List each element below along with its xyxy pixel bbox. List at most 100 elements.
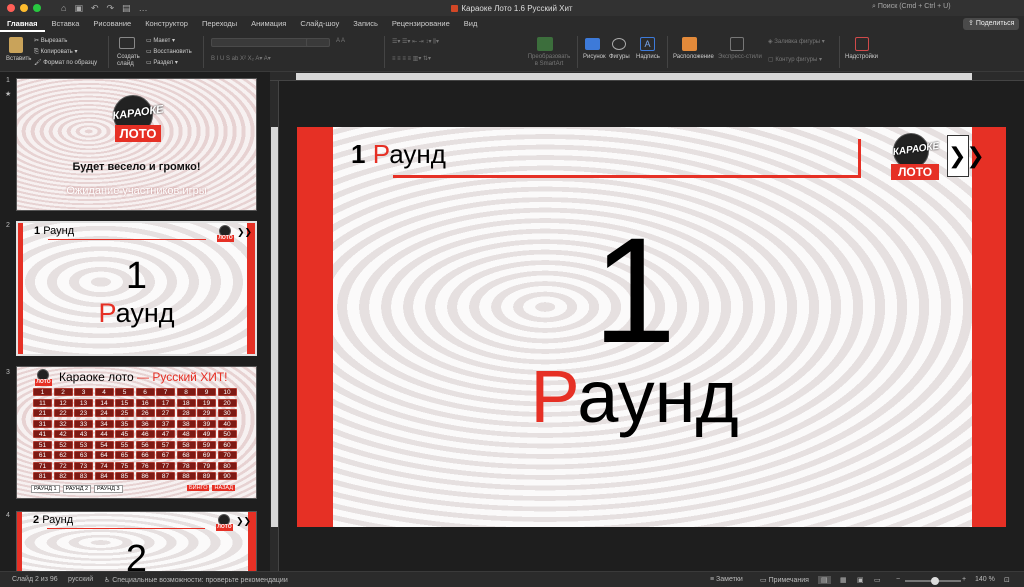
lotto-number-cell[interactable]: 56 [135,440,155,449]
zoom-slider-thumb[interactable] [931,577,939,585]
tab-slideshow[interactable]: Слайд-шоу [293,16,346,32]
round-1-button[interactable]: РАУНД 1 [31,485,60,493]
lotto-number-cell[interactable]: 4 [94,388,114,396]
lotto-number-cell[interactable]: 19 [197,398,216,407]
lotto-number-cell[interactable]: 62 [53,451,73,459]
lotto-number-cell[interactable]: 82 [53,472,73,480]
lotto-number-cell[interactable]: 79 [197,461,216,470]
paste-button[interactable]: Вставить [6,56,31,62]
lotto-number-cell[interactable]: 60 [217,440,237,449]
lotto-number-cell[interactable]: 43 [74,430,93,438]
font-grow-button[interactable]: A A [336,38,345,44]
format-painter-button[interactable]: 🖌 Формат по образцу [34,59,97,66]
close-window-button[interactable] [7,4,15,12]
font-size-select[interactable] [306,38,330,47]
redo-icon[interactable]: ↷ [107,3,115,14]
lotto-number-cell[interactable]: 42 [53,430,73,438]
lotto-number-cell[interactable]: 54 [94,440,114,449]
lotto-number-cell[interactable]: 57 [156,440,175,449]
lotto-number-cell[interactable]: 17 [156,398,175,407]
lotto-number-cell[interactable]: 50 [217,430,237,438]
lotto-number-cell[interactable]: 31 [33,419,52,428]
layout-button[interactable]: ▭ Макет ▾ [146,37,175,44]
lotto-number-cell[interactable]: 80 [217,461,237,470]
tab-transitions[interactable]: Переходы [195,16,244,32]
arrange-icon[interactable] [682,37,697,51]
picture-icon[interactable] [585,38,600,50]
textbox-icon[interactable]: A [640,37,655,51]
normal-view-icon[interactable]: ▤ [818,576,831,584]
lotto-number-cell[interactable]: 72 [53,461,73,470]
zoom-out-button[interactable]: − [896,576,900,583]
textbox-button[interactable]: Надпись [636,54,660,60]
lotto-number-cell[interactable]: 6 [135,388,155,396]
addins-button[interactable]: Надстройки [845,54,878,60]
lotto-number-cell[interactable]: 36 [135,419,155,428]
reading-view-icon[interactable]: ▣ [857,576,864,584]
lotto-number-cell[interactable]: 26 [135,409,155,417]
lotto-number-cell[interactable]: 25 [115,409,134,417]
lotto-number-cell[interactable]: 86 [135,472,155,480]
notes-button[interactable]: ≡ Заметки [710,576,743,583]
tab-review[interactable]: Рецензирование [385,16,457,32]
lotto-number-cell[interactable]: 65 [115,451,134,459]
lotto-number-cell[interactable]: 76 [135,461,155,470]
lotto-number-cell[interactable]: 70 [217,451,237,459]
tab-view[interactable]: Вид [457,16,485,32]
lotto-number-cell[interactable]: 8 [176,388,196,396]
lotto-number-cell[interactable]: 9 [197,388,216,396]
lotto-number-cell[interactable]: 24 [94,409,114,417]
font-format-buttons[interactable]: B I U S ab X² X₂ A▾ A▾ [211,55,271,62]
lotto-number-cell[interactable]: 2 [53,388,73,396]
home-icon[interactable]: ⌂ [61,3,66,14]
reset-button[interactable]: ▭ Восстановить [146,48,192,55]
lotto-number-cell[interactable]: 3 [74,388,93,396]
fit-slide-icon[interactable]: ⊡ [1004,576,1010,584]
lotto-number-cell[interactable]: 81 [33,472,52,480]
lotto-number-cell[interactable]: 35 [115,419,134,428]
list-buttons[interactable]: ☰▾ ☰▾ ⇤ ⇥ ↕▾ ⫼▾ [392,38,439,46]
tab-design[interactable]: Конструктор [138,16,195,32]
new-slide-button[interactable]: Создать слайд [117,54,141,68]
slideshow-view-icon[interactable]: ▭ [874,576,881,584]
slide-thumbnail-3[interactable]: ЛОТО Караоке лото — Русский ХИТ! 1234567… [16,366,257,499]
slide-thumbnail-2[interactable]: 1 Раунд ЛОТО ❯❯ 1 Раунд [16,221,257,356]
paste-icon[interactable] [9,37,23,53]
undo-icon[interactable]: ↶ [91,3,99,14]
lotto-number-cell[interactable]: 7 [156,388,175,396]
tab-draw[interactable]: Рисование [86,16,138,32]
lotto-number-cell[interactable]: 90 [217,472,237,480]
search-box[interactable]: ⌕ Поиск (Cmd + Ctrl + U) [872,3,951,11]
align-buttons[interactable]: ≡ ≡ ≡ ≡ ▥▾ ⇅▾ [392,55,431,62]
slide-thumbnail-panel[interactable]: 1 ★ КАРАОКЕ ЛОТО Будет весело и громко! … [0,72,266,571]
lotto-number-cell[interactable]: 67 [156,451,175,459]
lotto-number-cell[interactable]: 37 [156,419,175,428]
lotto-number-cell[interactable]: 87 [156,472,175,480]
lotto-number-cell[interactable]: 40 [217,419,237,428]
slide-thumbnail-4[interactable]: 2 Раунд ЛОТО ❯❯ 2 [16,511,257,571]
zoom-slider[interactable] [905,577,961,585]
lotto-number-cell[interactable]: 68 [176,451,196,459]
lotto-number-cell[interactable]: 39 [197,419,216,428]
shape-outline-button[interactable]: ▢ Контур фигуры ▾ [768,56,822,63]
lotto-number-cell[interactable]: 13 [74,398,93,407]
back-button[interactable]: НАЗАД [212,485,235,491]
lotto-number-cell[interactable]: 22 [53,409,73,417]
lotto-number-cell[interactable]: 12 [53,398,73,407]
lotto-number-cell[interactable]: 78 [176,461,196,470]
lotto-number-cell[interactable]: 30 [217,409,237,417]
slide-sorter-view-icon[interactable]: ▦ [840,576,847,584]
lotto-number-cell[interactable]: 15 [115,398,134,407]
tab-insert[interactable]: Вставка [45,16,87,32]
lotto-number-cell[interactable]: 10 [217,388,237,396]
addins-icon[interactable] [855,37,869,51]
save-icon[interactable]: ▣ [74,3,83,14]
lotto-number-cell[interactable]: 41 [33,430,52,438]
lotto-number-cell[interactable]: 63 [74,451,93,459]
print-icon[interactable]: ▤ [122,3,131,14]
lotto-number-cell[interactable]: 89 [197,472,216,480]
lotto-number-cell[interactable]: 11 [33,398,52,407]
lotto-number-cell[interactable]: 48 [176,430,196,438]
lotto-number-cell[interactable]: 14 [94,398,114,407]
main-slide-canvas[interactable]: 1 Раунд КАРАОКЕ ЛОТО ❯❯ 1 Раунд [297,127,1006,527]
